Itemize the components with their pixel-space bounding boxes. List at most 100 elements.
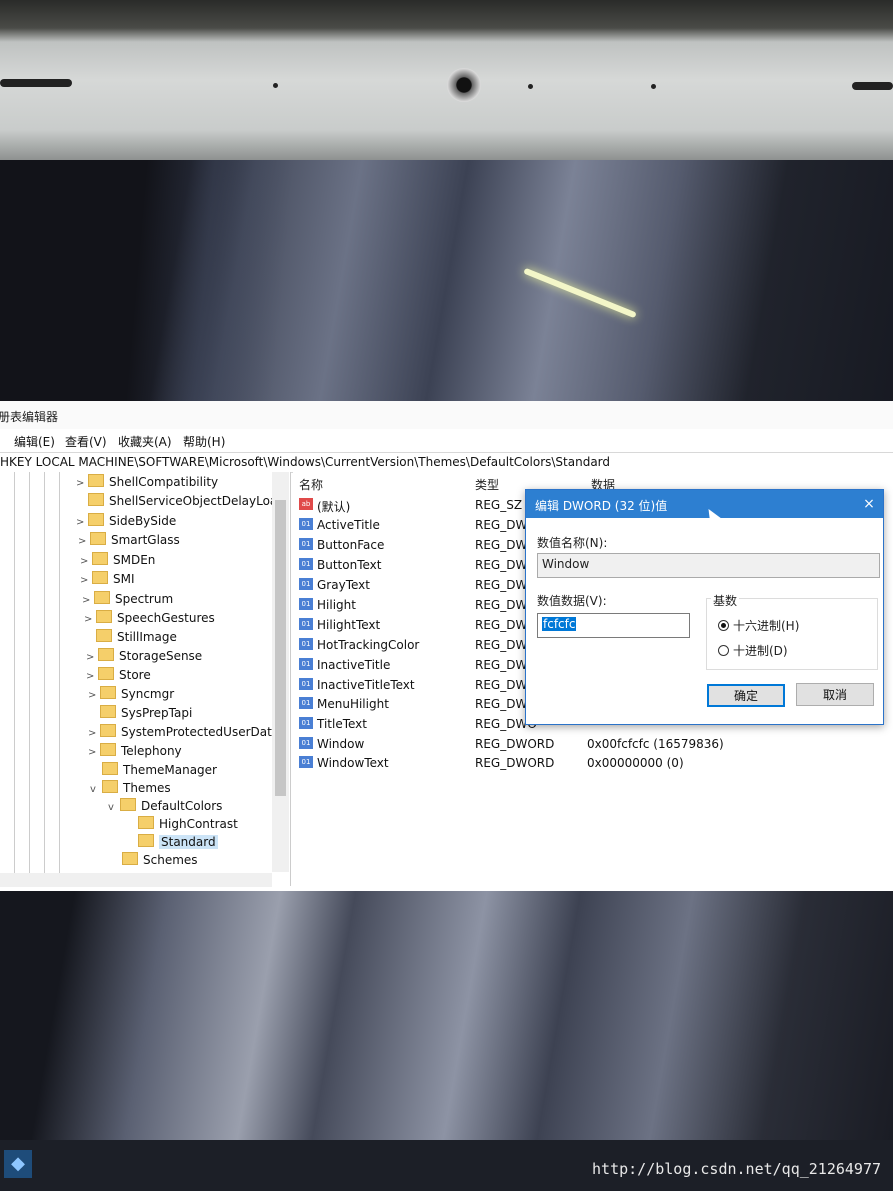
value-name: InactiveTitleText [317, 678, 415, 692]
folder-icon [102, 762, 118, 775]
value-data-input[interactable]: fcfcfc [537, 613, 690, 638]
tree-item[interactable]: v DefaultColors [108, 798, 222, 816]
menu-help[interactable]: 帮助(H) [183, 433, 225, 450]
expand-arrow-icon[interactable]: > [82, 595, 94, 606]
value-name: WindowText [317, 756, 389, 770]
expand-arrow-icon[interactable]: > [88, 728, 100, 739]
tree-item-label: SideBySide [109, 514, 177, 528]
folder-icon [88, 513, 104, 526]
watermark: http://blog.csdn.net/qq_21264977 [592, 1160, 881, 1178]
dialog-title: 编辑 DWORD (32 位)值 [535, 499, 668, 513]
cancel-button[interactable]: 取消 [796, 683, 874, 706]
tree-item[interactable]: > Syncmgr [88, 686, 174, 704]
tree-item[interactable]: > ShellCompatibility [76, 474, 218, 492]
folder-icon [92, 552, 108, 565]
tree-vertical-scrollbar[interactable] [272, 472, 289, 872]
tree-item-label: ShellServiceObjectDelayLoa [109, 494, 278, 508]
dword-value-icon: 01 [299, 638, 313, 650]
address-bar[interactable]: HKEY LOCAL MACHINE\SOFTWARE\Microsoft\Wi… [0, 452, 893, 473]
menu-bar: 编辑(E) 查看(V) 收藏夹(A) 帮助(H) [0, 429, 893, 451]
desktop-wallpaper-lower [0, 890, 893, 1140]
bezel-sensor [273, 83, 278, 88]
scrollbar-thumb[interactable] [275, 500, 286, 796]
tree-item-selected[interactable]: Standard [126, 834, 218, 852]
tree-item[interactable]: ShellServiceObjectDelayLoa [76, 493, 277, 511]
edit-dword-dialog: 编辑 DWORD (32 位)值 × 数值名称(N): Window 数值数据(… [525, 489, 884, 725]
expand-arrow-icon[interactable]: > [80, 575, 92, 586]
close-icon[interactable]: × [859, 494, 879, 514]
tree-item[interactable]: > SMDEn [80, 552, 155, 570]
menu-edit[interactable]: 编辑(E) [14, 433, 55, 450]
webcam-icon [447, 68, 481, 102]
tree-item[interactable]: Schemes [110, 852, 198, 870]
window-title: 册表编辑器 [0, 410, 59, 424]
value-name: HilightText [317, 618, 381, 632]
folder-icon [88, 474, 104, 487]
expand-arrow-icon[interactable]: > [84, 614, 96, 625]
monitor-bezel [0, 0, 893, 160]
tree-item-label: Schemes [143, 853, 198, 867]
folder-icon [98, 667, 114, 680]
value-name: ActiveTitle [317, 518, 380, 532]
folder-icon [96, 610, 112, 623]
tree-item[interactable]: v Themes [90, 780, 171, 798]
tree-item[interactable]: ThemeManager [90, 762, 217, 780]
tree-item[interactable]: > SmartGlass [78, 532, 180, 550]
value-row[interactable]: 01 Window REG_DWORD 0x00fcfcfc (16579836) [293, 735, 893, 754]
expand-arrow-icon[interactable]: > [76, 478, 88, 489]
collapse-arrow-icon[interactable]: v [90, 784, 102, 795]
radio-hexadecimal[interactable]: 十六进制(H) [718, 617, 799, 634]
tree-item[interactable]: > SMI [80, 571, 135, 589]
tree-item[interactable]: StillImage [84, 629, 177, 647]
radio-decimal[interactable]: 十进制(D) [718, 642, 788, 659]
radio-hex-label: 十六进制(H) [733, 619, 800, 633]
tree-item[interactable]: HighContrast [126, 816, 238, 834]
column-type-header[interactable]: 类型 [475, 476, 499, 493]
expand-arrow-icon[interactable]: > [86, 671, 98, 682]
tree-item-label: Standard [159, 835, 218, 849]
tree-item[interactable]: > SideBySide [76, 513, 176, 531]
bezel-slot-left [0, 79, 72, 87]
start-button-icon[interactable]: ◆ [4, 1150, 32, 1178]
tree-guide-line [44, 472, 45, 886]
expand-arrow-icon[interactable]: > [88, 747, 100, 758]
address-path: HKEY LOCAL MACHINE\SOFTWARE\Microsoft\Wi… [0, 455, 611, 469]
column-name-header[interactable]: 名称 [299, 476, 323, 493]
tree-item-label: SysPrepTapi [121, 706, 193, 720]
value-data-label: 数值数据(V): [537, 594, 607, 608]
string-value-icon: ab [299, 498, 313, 510]
tree-item[interactable]: > Telephony [88, 743, 182, 761]
tree-item-label: HighContrast [159, 817, 238, 831]
dword-value-icon: 01 [299, 678, 313, 690]
expand-arrow-icon[interactable]: > [76, 517, 88, 528]
collapse-arrow-icon[interactable]: v [108, 802, 120, 813]
dword-value-icon: 01 [299, 717, 313, 729]
tree-item[interactable]: > Store [86, 667, 151, 685]
value-row[interactable]: 01 WindowText REG_DWORD 0x00000000 (0) [293, 754, 893, 773]
tree-item[interactable]: > StorageSense [86, 648, 202, 666]
tree-guide-line [29, 472, 30, 886]
tree-item[interactable]: > SystemProtectedUserData [88, 724, 279, 742]
tree-item-label: Spectrum [115, 592, 174, 606]
ok-button[interactable]: 确定 [707, 684, 785, 707]
dword-value-icon: 01 [299, 737, 313, 749]
tree-item[interactable]: > SpeechGestures [84, 610, 215, 628]
tree-item[interactable]: SysPrepTapi [88, 705, 192, 723]
tree-horizontal-scrollbar[interactable] [0, 873, 272, 887]
tree-item-label: SmartGlass [111, 533, 180, 547]
key-tree-pane: > ShellCompatibility ShellServiceObjectDe… [0, 472, 291, 886]
tree-item-label: ThemeManager [123, 763, 217, 777]
menu-favorites[interactable]: 收藏夹(A) [118, 433, 172, 450]
folder-icon [90, 532, 106, 545]
expand-arrow-icon[interactable]: > [78, 536, 90, 547]
expand-arrow-icon[interactable]: > [88, 690, 100, 701]
bezel-sensor [528, 84, 533, 89]
tree-item[interactable]: > Spectrum [82, 591, 173, 609]
expand-arrow-icon[interactable]: > [86, 652, 98, 663]
tree-guide-line [14, 472, 15, 886]
dword-value-icon: 01 [299, 578, 313, 590]
menu-view[interactable]: 查看(V) [65, 433, 107, 450]
tree-item-label: Store [119, 668, 151, 682]
expand-arrow-icon[interactable]: > [80, 556, 92, 567]
tree-guide-line [59, 472, 60, 886]
